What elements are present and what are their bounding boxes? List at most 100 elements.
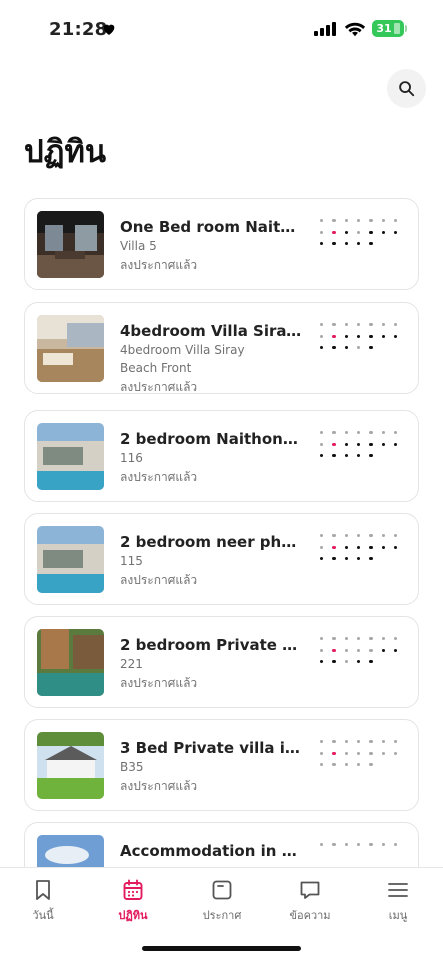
availability-dot [332,534,336,538]
availability-dot [393,545,398,549]
availability-dot [393,843,398,847]
listing-card[interactable]: 2 bedroom neer phuket airport 115 ลงประก… [24,513,419,605]
listing-title: 4bedroom Villa Siray Beach Front [120,322,302,340]
availability-dot [381,442,385,446]
heart-icon [103,24,115,35]
availability-dot [320,648,324,652]
search-button[interactable] [387,69,426,108]
availability-dot [344,431,348,435]
availability-dot [344,534,348,538]
availability-dot [320,534,324,538]
listing-status: ลงประกาศแล้ว [120,779,198,793]
availability-dot [369,431,373,435]
home-indicator [142,946,301,951]
tab-today[interactable]: วันนี้ [3,878,83,924]
tab-listings[interactable]: ประกาศ [182,878,262,924]
listing-status: ลงประกาศแล้ว [120,258,198,272]
listing-subtitle: 4bedroom Villa Siray [120,343,245,357]
availability-dot [381,230,385,234]
availability-dot [369,219,373,223]
tab-menu[interactable]: เมนู [358,878,438,924]
availability-dot [393,751,398,755]
availability-dot [381,334,385,338]
availability-dot [381,740,385,744]
availability-dot [332,751,336,755]
availability-dots [320,219,400,271]
listing-status: ลงประกาศแล้ว [120,470,198,484]
availability-dot [381,534,385,538]
tab-label: ประกาศ [202,909,242,922]
availability-dot [332,242,336,246]
availability-dot [381,648,385,652]
availability-dots [320,431,400,483]
tab-messages[interactable]: ข้อความ [270,878,350,924]
availability-dot [344,660,348,664]
listing-card[interactable]: 2 bedroom Naithon beach 116 ลงประกาศแล้ว [24,410,419,502]
availability-dot [381,545,385,549]
availability-dot [344,219,348,223]
availability-dot [320,545,324,549]
search-icon [399,81,415,97]
listing-subtitle: 115 [120,554,143,568]
listing-subtitle: Villa 5 [120,239,157,253]
availability-dot [356,431,361,435]
availability-dot [369,545,373,549]
tab-calendar[interactable]: ปฏิทิน [93,878,173,924]
availability-dot [344,740,348,744]
availability-dot [332,843,336,847]
listing-title: 2 bedroom Naithon beach [120,430,302,448]
availability-dot [332,454,336,458]
cell-signal-icon [314,22,338,36]
availability-dot [344,346,348,350]
availability-dot [344,751,348,755]
availability-dot [344,557,348,561]
battery-nub [405,25,407,32]
listing-square-icon [212,880,232,900]
availability-dot [356,660,361,664]
availability-dots [320,740,400,792]
availability-dot [393,534,398,538]
availability-dot [369,637,373,641]
availability-dot [393,219,398,223]
availability-dot [356,230,361,234]
listing-card[interactable]: 3 Bed Private villa in Naithon B35 ลงประ… [24,719,419,811]
availability-dot [320,442,324,446]
listing-subtitle: 221 [120,657,143,671]
listing-card[interactable]: One Bed room Naithon Beach Villa 5 ลงประ… [24,198,419,290]
availability-dot [332,442,336,446]
message-icon [300,881,320,899]
availability-dot [320,751,324,755]
availability-dot [344,323,348,327]
listing-card[interactable]: 2 bedroom Private Pooll in 221 ลงประกาศแ… [24,616,419,708]
listing-title: 3 Bed Private villa in Naithon [120,739,302,757]
battery-level: 31 [376,22,392,35]
listing-title: Accommodation in Phuket [120,842,302,860]
availability-dot [320,346,324,350]
availability-dot [344,648,348,652]
availability-dot [320,431,324,435]
availability-dot [356,323,361,327]
availability-dot [332,637,336,641]
availability-dot [356,219,361,223]
availability-dot [356,346,361,350]
availability-dot [332,545,336,549]
availability-dot [344,763,348,767]
listing-subtitle-2: Beach Front [120,361,192,375]
listing-thumbnail [37,315,104,382]
availability-dot [320,557,324,561]
availability-dot [393,334,398,338]
availability-dot [332,346,336,350]
availability-dot [356,442,361,446]
availability-dot [344,843,348,847]
listing-thumbnail [37,732,104,799]
availability-dot [332,431,336,435]
availability-dot [369,740,373,744]
availability-dot [344,242,348,246]
availability-dot [369,660,373,664]
availability-dot [320,843,324,847]
availability-dot [381,843,385,847]
listing-card[interactable]: 4bedroom Villa Siray Beach Front 4bedroo… [24,302,419,394]
tab-label: ปฏิทิน [118,909,148,922]
availability-dot [356,334,361,338]
availability-dot [320,637,324,641]
